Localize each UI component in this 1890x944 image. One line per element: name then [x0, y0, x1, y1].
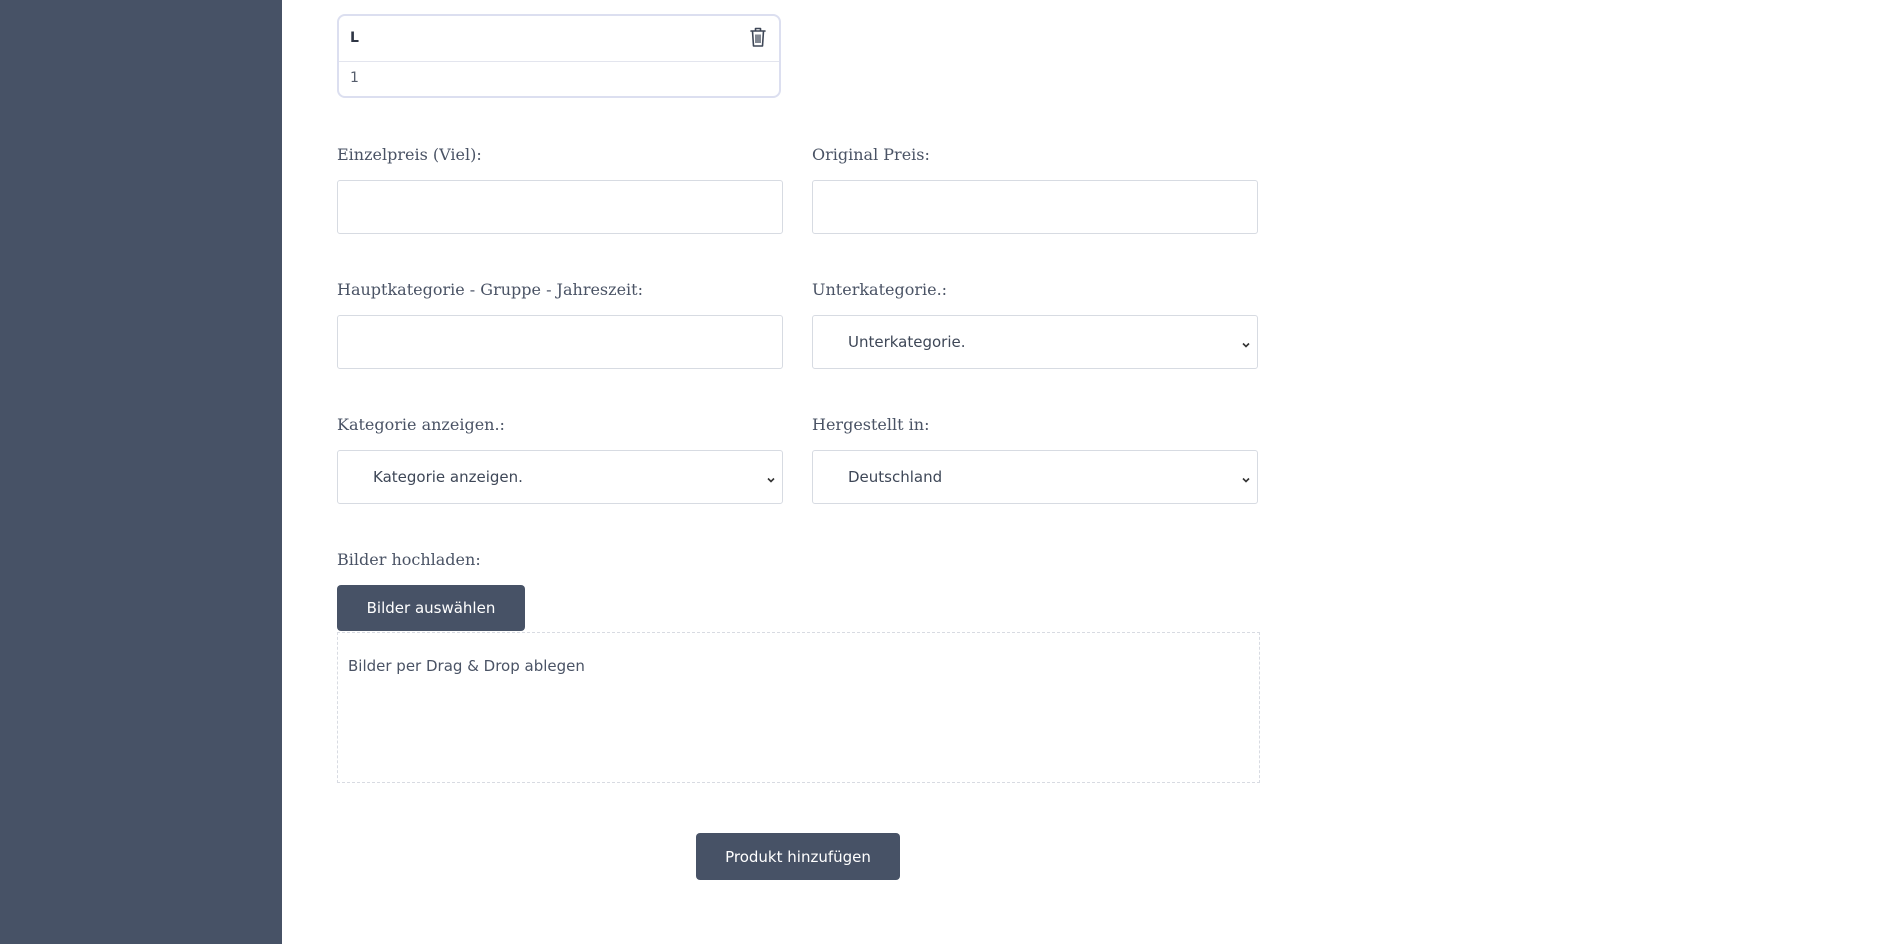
chevron-down-icon [766, 472, 776, 483]
show-category-selected: Kategorie anzeigen. [373, 468, 523, 486]
sidebar [0, 0, 282, 944]
made-in-selected: Deutschland [848, 468, 943, 486]
image-dropzone[interactable]: Bilder per Drag & Drop ablegen [337, 632, 1260, 783]
add-product-button[interactable]: Produkt hinzufügen [696, 833, 900, 880]
made-in-select[interactable]: Deutschland [812, 450, 1258, 504]
size-quantity[interactable]: 1 [350, 70, 359, 86]
upload-label: Bilder hochladen: [337, 550, 481, 569]
main-category-label: Hauptkategorie - Gruppe - Jahreszeit: [337, 280, 643, 299]
unit-price-label: Einzelpreis (Viel): [337, 145, 482, 164]
subcategory-label: Unterkategorie.: [812, 280, 948, 299]
subcategory-select[interactable]: Unterkategorie. [812, 315, 1258, 369]
select-images-button[interactable]: Bilder auswählen [337, 585, 525, 631]
trash-icon[interactable] [749, 26, 767, 48]
size-entry-header: L [339, 16, 779, 62]
show-category-select[interactable]: Kategorie anzeigen. [337, 450, 783, 504]
dropzone-text: Bilder per Drag & Drop ablegen [348, 657, 585, 675]
original-price-label: Original Preis: [812, 145, 930, 164]
unit-price-input[interactable] [337, 180, 783, 234]
size-entry-card: L 1 [337, 14, 781, 98]
chevron-down-icon [1241, 337, 1251, 348]
made-in-label: Hergestellt in: [812, 415, 930, 434]
main-category-input[interactable] [337, 315, 783, 369]
chevron-down-icon [1241, 472, 1251, 483]
subcategory-selected: Unterkategorie. [848, 333, 966, 351]
size-name: L [350, 30, 359, 46]
original-price-input[interactable] [812, 180, 1258, 234]
product-form: L 1 Einzelpreis (Viel): Original Preis: … [282, 0, 1890, 944]
show-category-label: Kategorie anzeigen.: [337, 415, 505, 434]
